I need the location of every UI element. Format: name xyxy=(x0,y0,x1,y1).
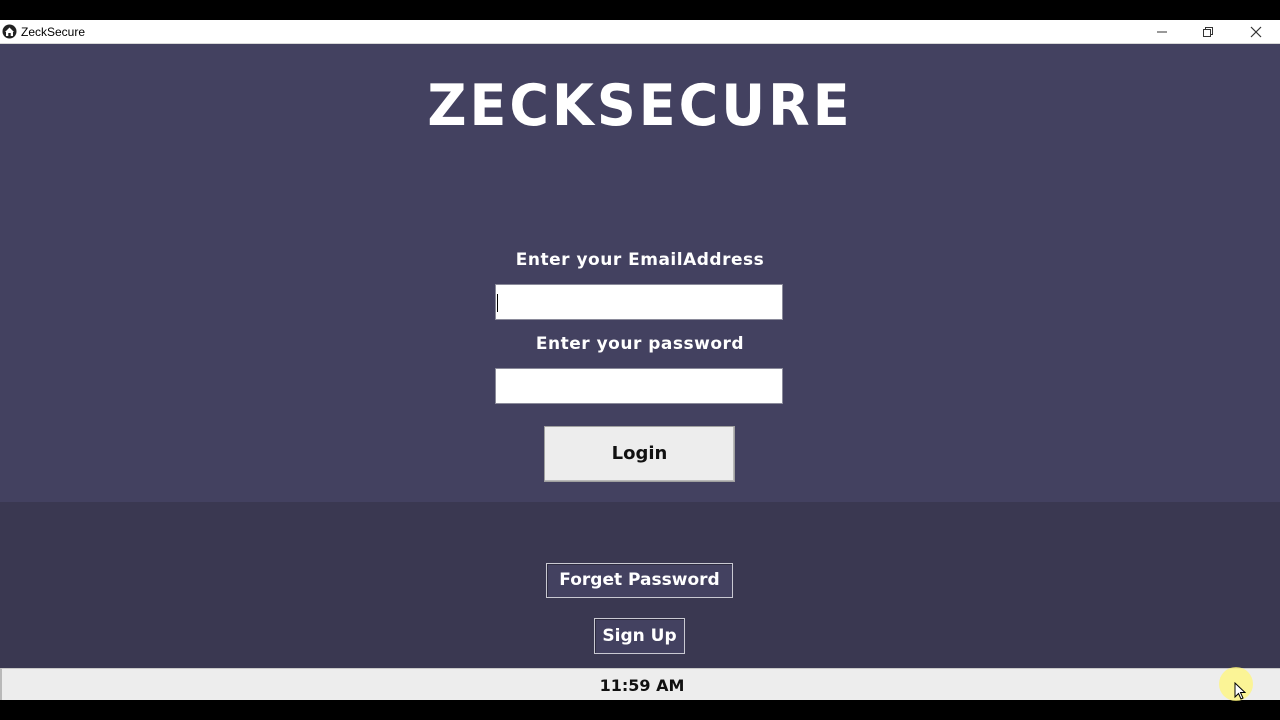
close-icon xyxy=(1250,26,1262,38)
password-field[interactable] xyxy=(495,368,783,404)
email-field[interactable] xyxy=(495,284,783,320)
restore-button[interactable] xyxy=(1185,20,1231,43)
sign-up-button[interactable]: Sign Up xyxy=(594,618,685,654)
app-window: ZECKSECURE Enter your EmailAddress Enter… xyxy=(0,44,1280,701)
window-titlebar[interactable]: ZeckSecure xyxy=(0,20,1280,44)
house-icon xyxy=(2,24,17,39)
mouse-pointer-icon xyxy=(1234,682,1246,700)
window-title: ZeckSecure xyxy=(21,25,86,39)
minimize-button[interactable] xyxy=(1139,20,1185,43)
login-button[interactable]: Login xyxy=(544,426,735,482)
email-label: Enter your EmailAddress xyxy=(515,250,765,270)
status-bar: 11:59 AM xyxy=(0,668,1280,700)
login-panel: ZECKSECURE Enter your EmailAddress Enter… xyxy=(0,44,1280,502)
forget-password-button[interactable]: Forget Password xyxy=(546,563,733,598)
clock-label: 11:59 AM xyxy=(599,676,685,695)
brand-title: ZECKSECURE xyxy=(427,72,853,139)
text-caret xyxy=(497,294,498,312)
restore-icon xyxy=(1203,27,1213,37)
minimize-icon xyxy=(1157,31,1167,33)
password-label: Enter your password xyxy=(535,334,745,354)
close-button[interactable] xyxy=(1233,20,1279,43)
